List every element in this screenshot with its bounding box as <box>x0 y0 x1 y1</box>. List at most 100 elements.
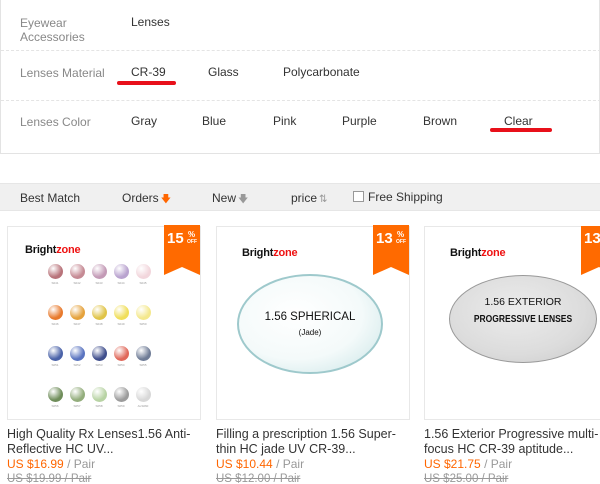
sort-bar: Best Match Orders 🡇 New 🡇 price ⇅ <box>0 183 600 211</box>
discount-badge: 13 % OFF <box>373 225 409 275</box>
discount-number: 15 <box>167 230 184 247</box>
color-swatch <box>48 346 63 361</box>
sort-updown-icon: ⇅ <box>319 194 328 205</box>
sort-orders[interactable]: Orders 🡇 <box>122 191 171 209</box>
product-card[interactable]: Brightzone S041 S042 S043 S044 S045 S046 S047 S… <box>7 225 203 484</box>
swatch-code: S044 <box>117 281 125 285</box>
brand-logo-part: Bright <box>450 247 482 259</box>
brand-logo-part: zone <box>273 247 298 259</box>
product-title[interactable]: 1.56 Exterior Progressive multi-focus HC… <box>424 427 600 457</box>
product-card[interactable]: Brightzone 1.56 SPHERICAL (Jade) 13 % OF… <box>216 225 412 484</box>
price-amount: US $16.99 <box>7 457 64 471</box>
price-amount: US $21.75 <box>424 457 481 471</box>
color-swatch <box>114 346 129 361</box>
filter-label-material: Lenses Material <box>20 66 105 80</box>
product-title[interactable]: High Quality Rx Lenses1.56 Anti-Reflecti… <box>7 427 203 457</box>
discount-number: 13 <box>584 230 600 247</box>
product-image[interactable]: Brightzone 1.56 EXTERIOR PROGRESSIVE LEN… <box>424 226 600 420</box>
filter-option-brown[interactable]: Brown <box>423 114 457 128</box>
price-unit: / Pair <box>484 457 513 471</box>
product-price: US $21.75 / Pair <box>424 457 512 471</box>
color-swatch <box>92 264 107 279</box>
color-swatch <box>70 387 85 402</box>
brand-logo-part: Bright <box>25 244 57 256</box>
product-price: US $16.99 / Pair <box>7 457 95 471</box>
filter-option-purple[interactable]: Purple <box>342 114 377 128</box>
swatch-code: S051 <box>51 363 59 367</box>
discount-percent: % <box>188 230 196 239</box>
original-price: US $12.00 / Pair <box>216 473 301 484</box>
color-swatch <box>136 387 151 402</box>
swatch-code: S049 <box>117 322 125 326</box>
color-swatch <box>92 305 107 320</box>
swatch-code: S053 <box>95 363 103 367</box>
color-swatch <box>136 264 151 279</box>
color-swatch <box>114 264 129 279</box>
product-title[interactable]: Filling a prescription 1.56 Super-thin H… <box>216 427 412 457</box>
free-shipping-label: Free Shipping <box>368 190 443 204</box>
badge-ribbon-tip <box>164 267 200 275</box>
color-swatch <box>92 387 107 402</box>
filter-option-cr39[interactable]: CR-39 <box>131 65 166 79</box>
filter-row-category: Eyewear Accessories Lenses <box>1 0 600 50</box>
filter-option-lenses[interactable]: Lenses <box>131 15 170 29</box>
discount-number: 13 <box>376 230 393 247</box>
brand-logo: Brightzone <box>450 247 506 259</box>
swatch-code: S048 <box>95 322 103 326</box>
color-swatch <box>70 346 85 361</box>
swatch-code: S059 <box>117 404 125 408</box>
lens-caption: 1.56 EXTERIOR <box>484 296 562 308</box>
filter-option-polycarbonate[interactable]: Polycarbonate <box>283 65 360 79</box>
lens-subcaption: PROGRESSIVE LENSES <box>473 314 573 325</box>
product-card[interactable]: Brightzone 1.56 EXTERIOR PROGRESSIVE LEN… <box>424 226 600 484</box>
swatch-code: S055 <box>139 363 147 367</box>
swatch-code: S054 <box>117 363 125 367</box>
sort-price-label: price <box>291 191 318 205</box>
color-swatch <box>70 264 85 279</box>
badge-ribbon-tip <box>581 267 600 275</box>
filter-option-pink[interactable]: Pink <box>273 114 296 128</box>
swatch-code: ALS060 <box>137 404 149 408</box>
color-swatch <box>92 346 107 361</box>
color-swatch <box>48 305 63 320</box>
filter-option-glass[interactable]: Glass <box>208 65 239 79</box>
color-swatch <box>70 305 85 320</box>
price-amount: US $10.44 <box>216 457 273 471</box>
filter-label-color: Lenses Color <box>20 115 91 129</box>
swatch-code: S050 <box>139 322 147 326</box>
swatch-code: S045 <box>139 281 147 285</box>
swatch-code: S043 <box>95 281 103 285</box>
filter-row-color: Lenses Color Gray Blue Pink Purple Brown… <box>1 100 600 153</box>
discount-percent: % <box>397 230 405 239</box>
color-swatch <box>114 387 129 402</box>
brand-logo: Brightzone <box>25 244 81 256</box>
arrow-down-icon: 🡇 <box>238 194 249 205</box>
filter-option-blue[interactable]: Blue <box>202 114 226 128</box>
swatch-code: S052 <box>73 363 81 367</box>
price-unit: / Pair <box>67 457 96 471</box>
sort-new[interactable]: New 🡇 <box>212 191 248 209</box>
discount-off: OFF <box>396 239 406 245</box>
sort-best-match[interactable]: Best Match <box>20 191 80 205</box>
sort-price[interactable]: price ⇅ <box>291 191 327 205</box>
color-swatch <box>136 346 151 361</box>
filter-option-gray[interactable]: Gray <box>131 114 157 128</box>
arrow-down-icon: 🡇 <box>160 194 171 205</box>
sort-best-match-label: Best Match <box>20 191 81 205</box>
selected-underline-material <box>117 81 176 85</box>
filter-label-category: Eyewear Accessories <box>20 16 85 44</box>
filter-row-material: Lenses Material CR-39 Glass Polycarbonat… <box>1 50 600 100</box>
product-price: US $10.44 / Pair <box>216 457 304 471</box>
sort-orders-label: Orders <box>122 191 159 205</box>
free-shipping-checkbox[interactable] <box>353 191 364 202</box>
lens-image: 1.56 EXTERIOR PROGRESSIVE LENSES <box>449 275 597 363</box>
brand-logo-part: zone <box>481 247 506 259</box>
discount-badge: 13 <box>581 226 600 275</box>
swatch-code: S047 <box>73 322 81 326</box>
filter-option-clear[interactable]: Clear <box>504 114 533 128</box>
discount-off: OFF <box>187 239 197 245</box>
lens-subcaption: (Jade) <box>298 328 322 337</box>
lens-image: 1.56 SPHERICAL (Jade) <box>237 274 383 374</box>
brand-logo-part: Bright <box>242 247 274 259</box>
lens-caption: 1.56 SPHERICAL <box>264 311 356 323</box>
